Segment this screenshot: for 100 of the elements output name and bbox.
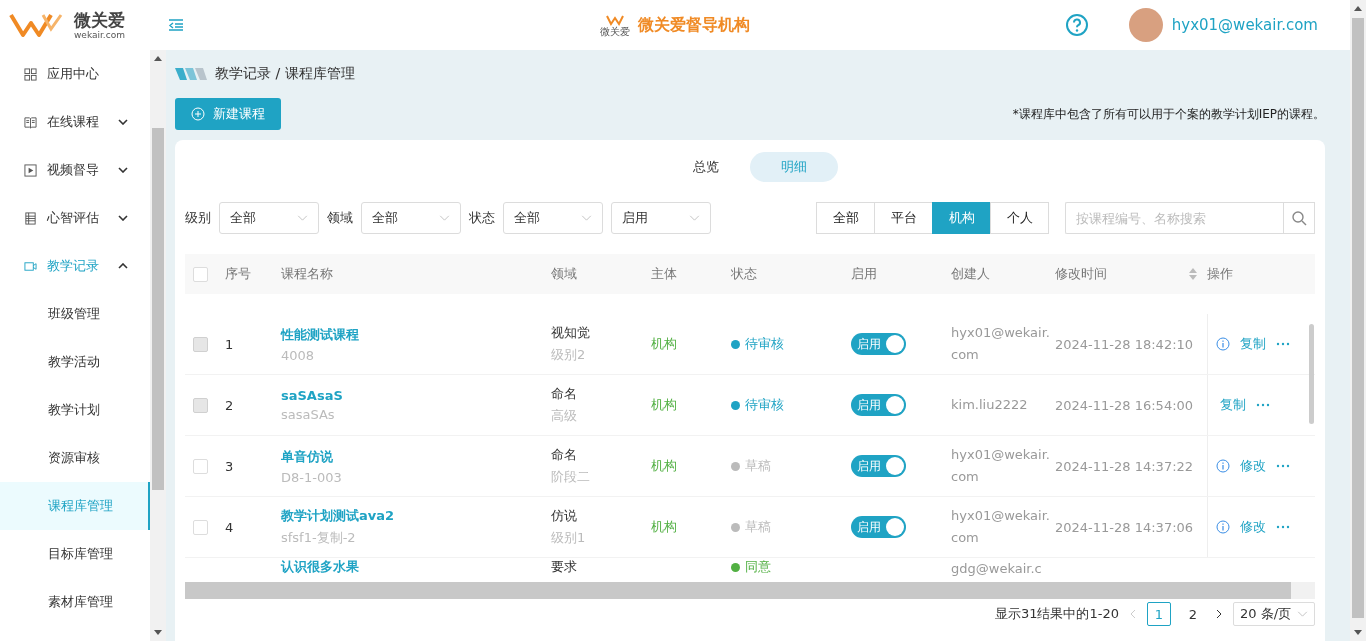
level-text: 级别1 xyxy=(551,529,587,547)
filter-select[interactable]: 全部 xyxy=(219,202,319,234)
course-code: 4008 xyxy=(281,347,316,363)
subject-text: 机构 xyxy=(651,458,677,473)
column-header: 领域 xyxy=(551,265,577,283)
filter-select[interactable]: 全部 xyxy=(503,202,603,234)
status-text: 同意 xyxy=(745,558,771,576)
page-button[interactable]: 2 xyxy=(1181,602,1205,626)
column-header: 主体 xyxy=(651,265,677,283)
logo-caption: 微关爱 xyxy=(600,25,630,37)
level-text: 阶段二 xyxy=(551,468,591,486)
play-icon xyxy=(24,163,37,177)
column-header: 状态 xyxy=(731,265,757,283)
chevron-icon xyxy=(118,215,128,221)
info-icon[interactable] xyxy=(1216,520,1230,534)
search-field[interactable]: 按课程编号、名称搜索 xyxy=(1065,202,1283,234)
scroll-up-icon[interactable] xyxy=(154,56,162,61)
row-checkbox[interactable] xyxy=(193,519,208,535)
filter-select[interactable]: 启用 xyxy=(611,202,711,234)
level-text: 高级 xyxy=(551,407,578,425)
column-header: 序号 xyxy=(225,265,251,283)
more-icon[interactable] xyxy=(1276,464,1290,468)
sidebar-item[interactable]: 心智评估 xyxy=(0,194,150,242)
header-checkbox[interactable] xyxy=(193,266,208,282)
chevron-icon xyxy=(118,119,128,125)
sidebar-subitem[interactable]: 教学计划 xyxy=(0,386,150,434)
sidebar-subitem[interactable]: 目标库管理 xyxy=(0,530,150,578)
chevron-icon xyxy=(118,167,128,173)
creator-text: kim.liu2222 xyxy=(951,397,1028,412)
search-button[interactable] xyxy=(1283,202,1315,234)
course-code: sfsf1-复制-2 xyxy=(281,529,357,547)
sidebar-subitem[interactable]: 资源审核 xyxy=(0,434,150,482)
creator-text: hyx01@wekair.com xyxy=(951,447,1050,484)
domain-text: 命名 xyxy=(551,446,578,464)
level-text: 级别2 xyxy=(551,346,587,364)
scope-tab[interactable]: 平台 xyxy=(874,202,933,234)
plus-circle-icon xyxy=(191,107,205,121)
subject-text: 机构 xyxy=(651,336,677,351)
page-size-select[interactable]: 20 条/页 xyxy=(1233,602,1315,626)
info-icon[interactable] xyxy=(1216,337,1230,351)
modified-time: 2024-11-28 18:42:10 xyxy=(1055,336,1194,352)
row-number: 2 xyxy=(225,397,234,413)
row-number: 4 xyxy=(225,519,234,535)
domain-text: 要求 xyxy=(551,558,578,576)
creator-text: hyx01@wekair.com xyxy=(951,508,1050,545)
more-icon[interactable] xyxy=(1276,342,1290,346)
creator-text: hyx01@wekair.com xyxy=(951,325,1050,362)
status-text: 草稿 xyxy=(745,457,771,475)
domain-text: 仿说 xyxy=(551,507,578,525)
logo-icon xyxy=(175,68,207,80)
breadcrumb: 教学记录 / 课程库管理 xyxy=(215,65,355,83)
scroll-down-icon[interactable] xyxy=(1354,630,1362,635)
camera-icon xyxy=(24,259,37,273)
more-icon[interactable] xyxy=(1276,525,1290,529)
column-header: 启用 xyxy=(851,265,877,283)
scroll-up-icon[interactable] xyxy=(1354,6,1362,11)
status-text: 待审核 xyxy=(745,396,784,414)
subject-text: 机构 xyxy=(651,397,677,412)
view-tab[interactable]: 总览 xyxy=(662,152,750,182)
row-number: 1 xyxy=(225,336,234,352)
scroll-down-icon[interactable] xyxy=(154,630,162,635)
course-code: D8-1-003 xyxy=(281,469,343,485)
domain-text: 视知觉 xyxy=(551,324,591,342)
next-page-icon[interactable] xyxy=(1215,609,1223,619)
row-number: 3 xyxy=(225,458,234,474)
scope-tab[interactable]: 全部 xyxy=(816,202,875,234)
status-text: 待审核 xyxy=(745,335,784,353)
brand-domain: wekair.com xyxy=(74,29,125,41)
list-icon xyxy=(24,211,37,225)
avatar-placeholder[interactable] xyxy=(1128,8,1163,42)
sidebar-subitem[interactable]: 班级管理 xyxy=(0,290,150,338)
scope-tab[interactable]: 个人 xyxy=(990,202,1049,234)
filter-label: 领域 xyxy=(327,209,353,227)
scrollbar[interactable] xyxy=(150,50,166,641)
more-icon[interactable] xyxy=(1256,403,1270,407)
sort-icon[interactable] xyxy=(1189,268,1197,280)
course-code: sasaSAs xyxy=(281,407,336,422)
prev-page-icon[interactable] xyxy=(1129,609,1137,619)
filter-label: 状态 xyxy=(469,209,495,227)
subject-text: 机构 xyxy=(651,519,677,534)
grid-icon xyxy=(24,67,37,81)
vertical-scrollbar[interactable] xyxy=(1309,324,1314,424)
org-title: 微关爱督导机构 xyxy=(638,14,750,36)
scrollbar[interactable] xyxy=(1350,0,1366,641)
sidebar-subitem[interactable]: 教学活动 xyxy=(0,338,150,386)
sidebar-item[interactable]: 应用中心 xyxy=(0,50,150,98)
filter-select[interactable]: 全部 xyxy=(361,202,461,234)
menu-fold-icon[interactable] xyxy=(168,18,184,32)
sidebar-item[interactable]: 视频督导 xyxy=(0,146,150,194)
column-header: 创建人 xyxy=(951,265,990,283)
sidebar-subitem[interactable]: 素材库管理 xyxy=(0,578,150,626)
horizontal-scrollbar[interactable] xyxy=(185,582,1315,599)
sidebar-item[interactable]: 在线课程 xyxy=(0,98,150,146)
domain-text: 命名 xyxy=(551,385,578,403)
column-header: 操作 xyxy=(1207,265,1233,283)
row-checkbox[interactable] xyxy=(193,458,208,474)
book-icon xyxy=(24,115,37,129)
help-icon[interactable] xyxy=(1064,13,1089,37)
info-icon[interactable] xyxy=(1216,459,1230,473)
status-text: 草稿 xyxy=(745,518,771,536)
